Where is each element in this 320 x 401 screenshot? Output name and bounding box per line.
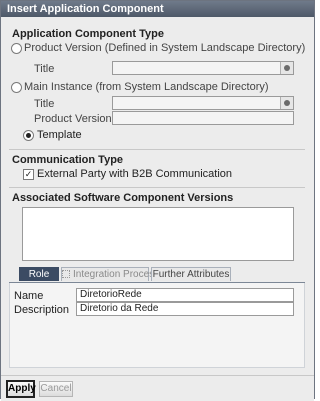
role-name-field[interactable]: DiretorioRede	[76, 288, 294, 302]
role-name-label: Name	[14, 290, 44, 302]
separator	[9, 187, 305, 188]
role-description-label: Description	[14, 304, 70, 316]
tab-strip: Role Integration Process Further Attribu…	[9, 267, 305, 283]
section-title-software-components: Associated Software Component Versions	[12, 192, 234, 204]
main-instance-title-label: Title	[34, 98, 55, 110]
apply-button[interactable]: Apply	[6, 380, 36, 398]
product-version-radio-label: Product Version (Defined in System Lands…	[24, 42, 306, 54]
template-radio[interactable]	[23, 130, 34, 141]
title-bar[interactable]: Insert Application Component	[1, 1, 314, 17]
tab-further-attributes-label: Further Attributes	[152, 269, 230, 280]
role-description-value: Diretorio da Rede	[80, 303, 159, 314]
software-component-versions-list[interactable]	[22, 207, 294, 261]
tab-further-attributes[interactable]: Further Attributes	[151, 267, 231, 281]
role-tab-panel: Name DiretorioRede Description Diretorio…	[9, 283, 305, 368]
template-radio-label: Template	[37, 129, 82, 141]
value-help-icon[interactable]	[280, 62, 293, 74]
separator	[9, 149, 305, 150]
dialog-footer: Apply Cancel	[1, 375, 314, 401]
tab-integration-process[interactable]: Integration Process	[61, 267, 159, 281]
main-instance-radio[interactable]	[11, 82, 22, 93]
product-version-title-field[interactable]	[112, 61, 294, 75]
section-title-communication-type: Communication Type	[12, 154, 124, 166]
window-title: Insert Application Component	[7, 3, 164, 15]
product-version-title-label: Title	[34, 63, 55, 75]
section-title-application-component-type: Application Component Type	[12, 28, 164, 40]
main-instance-product-version-label: Product Version	[34, 113, 112, 125]
product-version-radio[interactable]	[11, 43, 22, 54]
cancel-button[interactable]: Cancel	[39, 381, 73, 397]
insert-application-component-dialog: Insert Application Component Application…	[0, 0, 315, 401]
main-instance-radio-label: Main Instance (from System Landscape Dir…	[24, 81, 269, 93]
main-instance-title-field[interactable]	[112, 96, 294, 110]
tab-role[interactable]: Role	[19, 267, 59, 281]
tab-integration-process-label: Integration Process	[73, 269, 160, 280]
value-help-icon[interactable]	[280, 97, 293, 109]
external-party-checkbox[interactable]: ✓	[23, 169, 34, 180]
role-description-field[interactable]: Diretorio da Rede	[76, 302, 294, 316]
tab-role-label: Role	[28, 269, 50, 280]
role-name-value: DiretorioRede	[80, 289, 142, 300]
main-instance-product-version-field[interactable]	[112, 111, 294, 125]
external-party-checkbox-label: External Party with B2B Communication	[37, 168, 233, 180]
integration-process-icon	[62, 270, 70, 278]
